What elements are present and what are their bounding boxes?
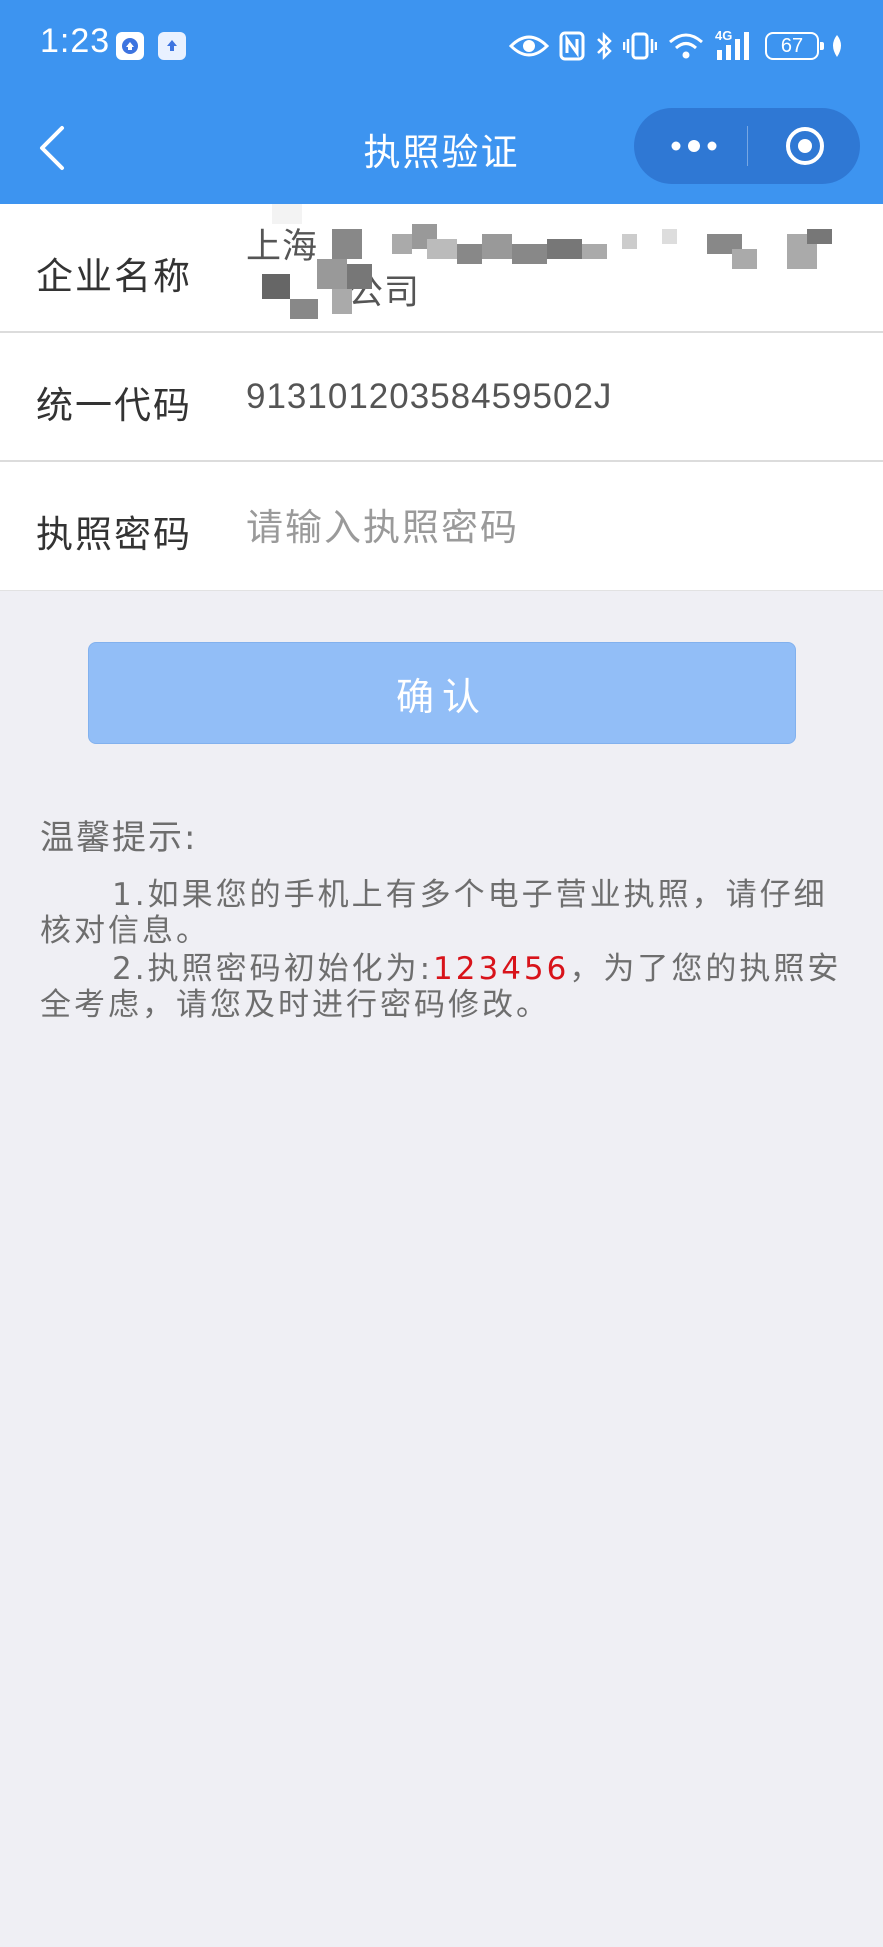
tips-section: 温馨提示: 1.如果您的手机上有多个电子营业执照，请仔细核对信息。 2.执照密码… <box>40 810 846 1025</box>
leaf-icon <box>833 35 841 57</box>
redaction-mosaic <box>262 204 832 319</box>
credit-code-label: 统一代码 <box>36 384 192 427</box>
close-button[interactable] <box>784 125 826 167</box>
license-password-input[interactable] <box>246 492 846 562</box>
capsule-divider <box>747 126 748 166</box>
tips-title: 温馨提示: <box>40 818 198 858</box>
license-form: 企业名称 上海 公司 统一代码 91310120358459502J 执照密码 <box>0 204 883 591</box>
wifi-icon <box>669 33 703 59</box>
nfc-icon <box>559 31 585 61</box>
tip-item-2-prefix: 2.执照密码初始化为: <box>112 951 434 987</box>
eye-icon <box>509 35 549 57</box>
license-password-label: 执照密码 <box>36 513 192 556</box>
status-time: 1:23 <box>40 22 111 60</box>
battery-icon: 67 <box>765 32 824 60</box>
default-password: 123456 <box>433 951 570 987</box>
company-name-row: 企业名称 上海 公司 <box>0 204 883 333</box>
credit-code-value: 91310120358459502J <box>246 377 613 416</box>
status-bar: 1:23 4G 67 <box>0 0 883 92</box>
signal-icon: 4G <box>715 28 755 62</box>
tip-item-1: 1.如果您的手机上有多个电子营业执照，请仔细核对信息。 <box>40 877 828 949</box>
credit-code-row: 统一代码 91310120358459502J <box>0 333 883 462</box>
bluetooth-icon <box>597 31 612 61</box>
status-icons: 4G 67 <box>509 26 845 66</box>
notification-app-icon <box>116 32 144 60</box>
tip-item-2: 2.执照密码初始化为:123456，为了您的执照安全考虑，请您及时进行密码修改。 <box>40 951 846 1023</box>
vibrate-icon <box>623 32 657 60</box>
navigation-bar: 执照验证 <box>0 100 883 196</box>
upload-notification-icon <box>158 32 186 60</box>
target-icon <box>786 127 824 165</box>
more-dots-icon <box>671 140 717 152</box>
mini-program-capsule <box>634 108 860 184</box>
app-header: 1:23 4G 67 执照验证 <box>0 0 883 204</box>
license-password-row: 执照密码 <box>0 462 883 591</box>
more-button[interactable] <box>664 136 724 156</box>
confirm-button[interactable]: 确认 <box>88 642 796 744</box>
company-name-label: 企业名称 <box>36 255 192 298</box>
battery-level: 67 <box>780 34 804 57</box>
